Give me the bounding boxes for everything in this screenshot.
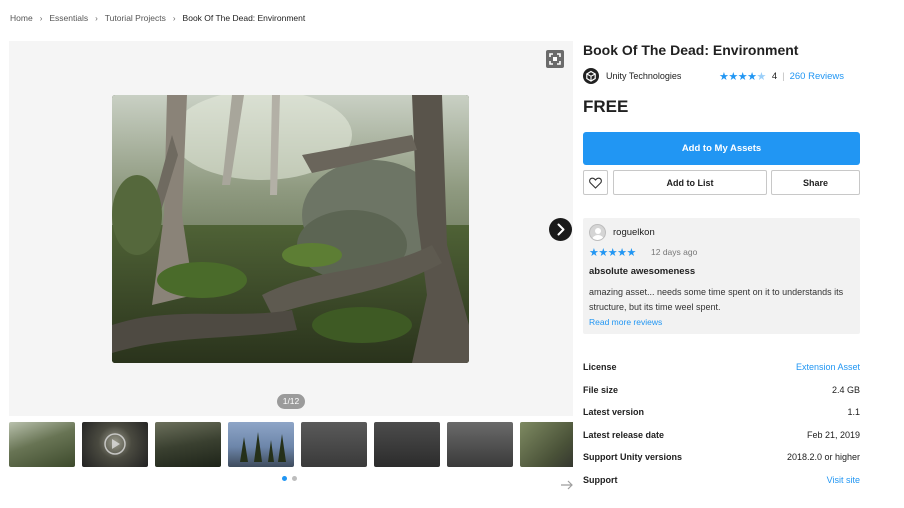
product-title: Book Of The Dead: Environment bbox=[583, 42, 799, 58]
add-to-list-button[interactable]: Add to List bbox=[613, 170, 767, 195]
product-details: License Extension Asset File size 2.4 GB… bbox=[583, 356, 860, 491]
breadcrumb-current: Book Of The Dead: Environment bbox=[182, 13, 306, 23]
thumbnail-5[interactable] bbox=[301, 422, 367, 467]
detail-value: Feb 21, 2019 bbox=[806, 429, 860, 440]
detail-value: 1.1 bbox=[847, 407, 860, 418]
review-stars-icon: ★★★★★ bbox=[589, 247, 636, 259]
chevron-right-icon: › bbox=[95, 13, 98, 23]
detail-label: License bbox=[583, 362, 617, 373]
next-image-button[interactable] bbox=[549, 218, 572, 241]
reviewer-name: roguelkon bbox=[613, 227, 655, 238]
detail-label: Support Unity versions bbox=[583, 452, 683, 463]
product-rating: ★★★★★ 4 | 260 Reviews bbox=[719, 70, 844, 83]
fullscreen-button[interactable] bbox=[546, 50, 564, 68]
license-link[interactable]: Extension Asset bbox=[796, 362, 860, 372]
arrow-right-icon[interactable] bbox=[560, 479, 574, 491]
detail-row-file-size: File size 2.4 GB bbox=[583, 379, 860, 402]
pagination-dot-2[interactable] bbox=[292, 476, 297, 481]
thumbnail-4[interactable] bbox=[228, 422, 294, 467]
reviews-link[interactable]: 260 Reviews bbox=[790, 71, 844, 82]
detail-row-latest-version: Latest version 1.1 bbox=[583, 401, 860, 424]
thumbnail-2[interactable] bbox=[82, 422, 148, 467]
rating-divider: | bbox=[782, 71, 785, 82]
price: FREE bbox=[583, 97, 629, 116]
review-date: 12 days ago bbox=[651, 247, 698, 257]
thumbnail-1[interactable] bbox=[9, 422, 75, 467]
chevron-right-icon: › bbox=[172, 13, 176, 23]
forest-scene-image bbox=[112, 95, 469, 363]
detail-label: Latest version bbox=[583, 407, 645, 418]
detail-row-release-date: Latest release date Feb 21, 2019 bbox=[583, 424, 860, 447]
pagination-dot-1[interactable] bbox=[282, 476, 287, 481]
featured-review: roguelkon ★★★★★ 12 days ago absolute awe… bbox=[583, 218, 860, 334]
publisher-link[interactable]: Unity Technologies bbox=[606, 71, 681, 81]
unity-logo-icon bbox=[583, 68, 599, 84]
detail-value: 2.4 GB bbox=[831, 384, 860, 395]
fullscreen-icon bbox=[549, 53, 561, 65]
breadcrumb: Home › Essentials › Tutorial Projects › … bbox=[10, 13, 305, 23]
heart-icon bbox=[589, 177, 602, 189]
breadcrumb-essentials[interactable]: Essentials bbox=[49, 13, 88, 23]
detail-label: File size bbox=[583, 384, 619, 395]
main-screenshot-image[interactable] bbox=[112, 95, 469, 363]
chevron-right-icon bbox=[557, 223, 565, 236]
avatar bbox=[589, 224, 606, 241]
read-more-reviews-link[interactable]: Read more reviews bbox=[589, 317, 662, 327]
breadcrumb-home[interactable]: Home bbox=[10, 13, 33, 23]
detail-row-unity-versions: Support Unity versions 2018.2.0 or highe… bbox=[583, 446, 860, 469]
share-button[interactable]: Share bbox=[771, 170, 860, 195]
review-title: absolute awesomeness bbox=[589, 266, 696, 277]
detail-label: Latest release date bbox=[583, 429, 665, 440]
thumbnail-pagination bbox=[282, 476, 297, 481]
thumbnail-3[interactable] bbox=[155, 422, 221, 467]
detail-row-license: License Extension Asset bbox=[583, 356, 860, 379]
rating-value: 4 bbox=[771, 71, 778, 82]
thumbnail-strip bbox=[9, 422, 573, 467]
chevron-right-icon: › bbox=[39, 13, 43, 23]
reviewer-row: roguelkon bbox=[589, 224, 655, 241]
detail-value: 2018.2.0 or higher bbox=[786, 452, 860, 463]
wishlist-button[interactable] bbox=[583, 170, 608, 195]
thumbnail-8[interactable] bbox=[520, 422, 573, 467]
image-gallery: 1/12 bbox=[9, 41, 573, 416]
thumbnail-7[interactable] bbox=[447, 422, 513, 467]
rating-stars-icon: ★★★★★ bbox=[719, 71, 766, 83]
detail-row-support: Support Visit site bbox=[583, 469, 860, 492]
trees-preview bbox=[240, 432, 286, 462]
visit-site-link[interactable]: Visit site bbox=[827, 475, 860, 485]
review-body: amazing asset... needs some time spent o… bbox=[589, 287, 844, 312]
breadcrumb-tutorial-projects[interactable]: Tutorial Projects bbox=[105, 13, 166, 23]
detail-label: Support bbox=[583, 474, 618, 485]
add-to-my-assets-button[interactable]: Add to My Assets bbox=[583, 132, 860, 165]
play-video-icon bbox=[104, 433, 126, 455]
thumbnail-6[interactable] bbox=[374, 422, 440, 467]
image-counter: 1/12 bbox=[277, 394, 305, 409]
